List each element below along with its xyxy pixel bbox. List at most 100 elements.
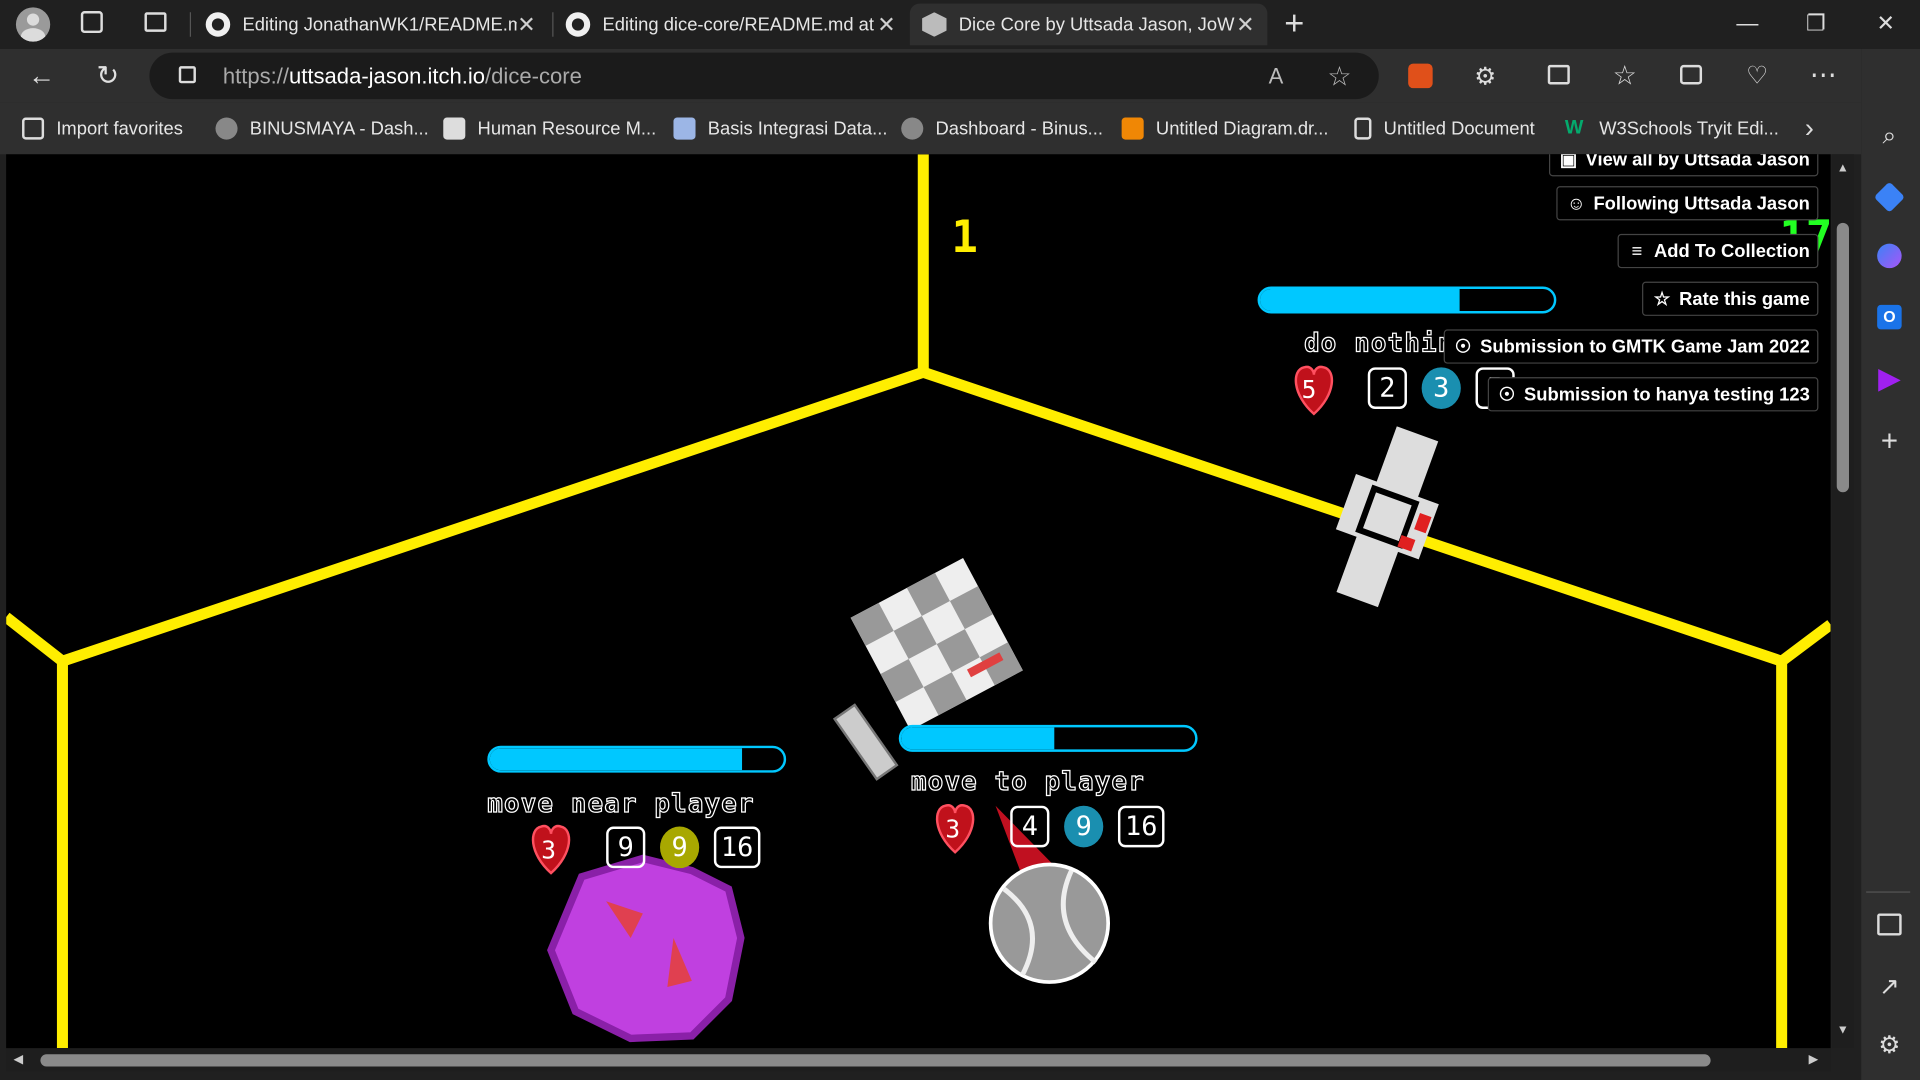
heart-count: 3: [541, 835, 556, 865]
fav-basis-integrasi[interactable]: Basis Integrasi Data...: [673, 115, 887, 142]
tab-dice-core[interactable]: Dice Core by Uttsada Jason, JoW ✕: [909, 3, 1268, 46]
fav-w3schools[interactable]: W W3Schools Tryit Edi...: [1565, 115, 1779, 142]
outlook-icon[interactable]: O: [1873, 301, 1905, 333]
lock-icon[interactable]: [178, 66, 196, 84]
die-value: 2: [1367, 367, 1407, 409]
refresh-icon[interactable]: ↻: [86, 54, 130, 98]
document-icon: [673, 117, 696, 140]
collections-icon[interactable]: [1680, 64, 1703, 85]
favorites-overflow-icon[interactable]: ›: [1805, 113, 1814, 145]
extensions-puzzle-icon[interactable]: ⚙: [1474, 61, 1496, 92]
fav-untitled-document[interactable]: Untitled Document: [1354, 115, 1535, 142]
extension-icon[interactable]: [1408, 63, 1433, 89]
settings-icon[interactable]: ⚙: [1873, 1029, 1905, 1061]
restore-icon[interactable]: ❐: [1782, 0, 1851, 47]
github-icon: [205, 12, 231, 37]
submission-gmtk-link[interactable]: ☉ Submission to GMTK Game Jam 2022: [1443, 329, 1819, 364]
die-value: 9: [660, 826, 700, 869]
binus-icon: [901, 117, 924, 140]
enemy-health-fill: [1260, 288, 1460, 312]
vertical-tabs-icon[interactable]: [144, 12, 167, 32]
fav-label: BINUSMAYA - Dash...: [249, 118, 429, 139]
close-tab-icon[interactable]: ✕: [517, 12, 537, 38]
following-button[interactable]: ☺ Following Uttsada Jason: [1556, 186, 1819, 221]
browser-essentials-icon[interactable]: ♡: [1746, 60, 1768, 91]
games-icon[interactable]: ▶: [1873, 362, 1905, 395]
favorites-icon[interactable]: ☆: [1613, 60, 1637, 92]
submission-label: Submission to GMTK Game Jam 2022: [1480, 336, 1810, 357]
fav-label: Import favorites: [56, 118, 183, 139]
fav-dashboard-binus[interactable]: Dashboard - Binus...: [901, 115, 1103, 142]
back-icon[interactable]: ←: [20, 54, 64, 98]
new-tab-icon[interactable]: +: [1280, 6, 1309, 40]
url-text[interactable]: https://uttsada-jason.itch.io/dice-core: [223, 64, 582, 90]
tab-title: Editing dice-core/README.md at: [602, 14, 874, 35]
enemy-sprite-purple-die: [547, 854, 745, 1043]
star-icon: ☆: [1653, 288, 1671, 310]
heart-count: 5: [1301, 374, 1317, 405]
wave-counter: 1: [951, 213, 978, 264]
player-gun: [832, 703, 899, 781]
close-tab-icon[interactable]: ✕: [1236, 12, 1256, 38]
submission-testing-link[interactable]: ☉ Submission to hanya testing 123: [1487, 377, 1819, 412]
scroll-left-icon[interactable]: ◀: [13, 1053, 22, 1066]
add-to-collection-button[interactable]: ≡ Add To Collection: [1617, 233, 1819, 269]
fav-label: Dashboard - Binus...: [935, 118, 1103, 139]
scroll-up-icon[interactable]: ▲: [1837, 162, 1849, 175]
player-sprite: [850, 557, 1023, 731]
game-canvas[interactable]: 1 17 do nothing 5 2 3 5 move near player…: [6, 154, 1831, 1049]
scroll-down-icon[interactable]: ▼: [1837, 1024, 1849, 1037]
tab-title: Dice Core by Uttsada Jason, JoW: [958, 14, 1235, 35]
die-value: 16: [713, 826, 761, 869]
rate-label: Rate this game: [1679, 288, 1810, 310]
minimize-icon[interactable]: —: [1713, 0, 1782, 47]
award-icon: ☉: [1454, 336, 1472, 358]
read-aloud-icon[interactable]: A: [1269, 64, 1284, 90]
heart-count: 3: [945, 814, 961, 844]
add-sidebar-icon[interactable]: +: [1873, 425, 1905, 458]
shopping-tag-icon[interactable]: [1873, 181, 1905, 213]
award-icon: ☉: [1498, 384, 1516, 406]
tab-separator: [189, 12, 192, 37]
search-icon[interactable]: ⌕: [1873, 120, 1905, 152]
scroll-right-icon[interactable]: ▶: [1809, 1053, 1818, 1066]
tab-readme-jonathan[interactable]: Editing JonathanWK1/README.md ✕: [193, 4, 548, 46]
more-icon[interactable]: ⋯: [1810, 59, 1837, 91]
split-screen-icon[interactable]: [1547, 64, 1570, 85]
sidebar-divider: [1866, 891, 1911, 893]
die-value: 16: [1117, 805, 1165, 848]
profile-avatar[interactable]: [15, 7, 51, 42]
fav-binusmaya[interactable]: BINUSMAYA - Dash...: [215, 115, 429, 142]
horizontal-scrollbar[interactable]: ◀ ▶: [6, 1049, 1831, 1072]
popout-icon[interactable]: ↗: [1873, 970, 1905, 1002]
fav-import-favorites[interactable]: Import favorites: [22, 115, 183, 142]
binus-icon: [215, 117, 238, 140]
enemy-health-bar: [487, 745, 787, 773]
url-path: /dice-core: [485, 63, 582, 89]
add-collection-label: Add To Collection: [1654, 240, 1810, 262]
die-value: 4: [1010, 805, 1050, 848]
die-value: 3: [1421, 367, 1461, 409]
die-value: 9: [606, 826, 646, 869]
view-all-label: View all by Uttsada Jason: [1585, 154, 1810, 170]
enemy-health-fill: [489, 748, 743, 771]
view-all-button[interactable]: ▣ View all by Uttsada Jason: [1548, 154, 1819, 177]
workspaces-icon[interactable]: [80, 11, 103, 34]
tab-readme-dice-core[interactable]: Editing dice-core/README.md at ✕: [553, 4, 908, 46]
submission-label: Submission to hanya testing 123: [1524, 383, 1810, 405]
enemy-health-bar: [898, 724, 1198, 752]
fav-untitled-diagram[interactable]: Untitled Diagram.dr...: [1121, 115, 1328, 142]
fav-human-resource[interactable]: Human Resource M...: [443, 115, 656, 142]
fav-label: Basis Integrasi Data...: [707, 118, 888, 139]
rate-game-button[interactable]: ☆ Rate this game: [1642, 281, 1819, 316]
copilot-icon[interactable]: [1873, 240, 1905, 272]
close-window-icon[interactable]: ✕: [1851, 0, 1920, 47]
close-tab-icon[interactable]: ✕: [877, 12, 897, 38]
vertical-scrollbar[interactable]: ▲ ▼: [1831, 154, 1854, 1049]
scroll-thumb[interactable]: [40, 1054, 1711, 1067]
favorite-star-icon[interactable]: ☆: [1327, 61, 1351, 93]
scroll-thumb[interactable]: [1836, 222, 1849, 493]
hide-sidebar-icon[interactable]: [1873, 909, 1905, 941]
following-label: Following Uttsada Jason: [1593, 192, 1810, 214]
list-add-icon: ≡: [1631, 240, 1643, 262]
